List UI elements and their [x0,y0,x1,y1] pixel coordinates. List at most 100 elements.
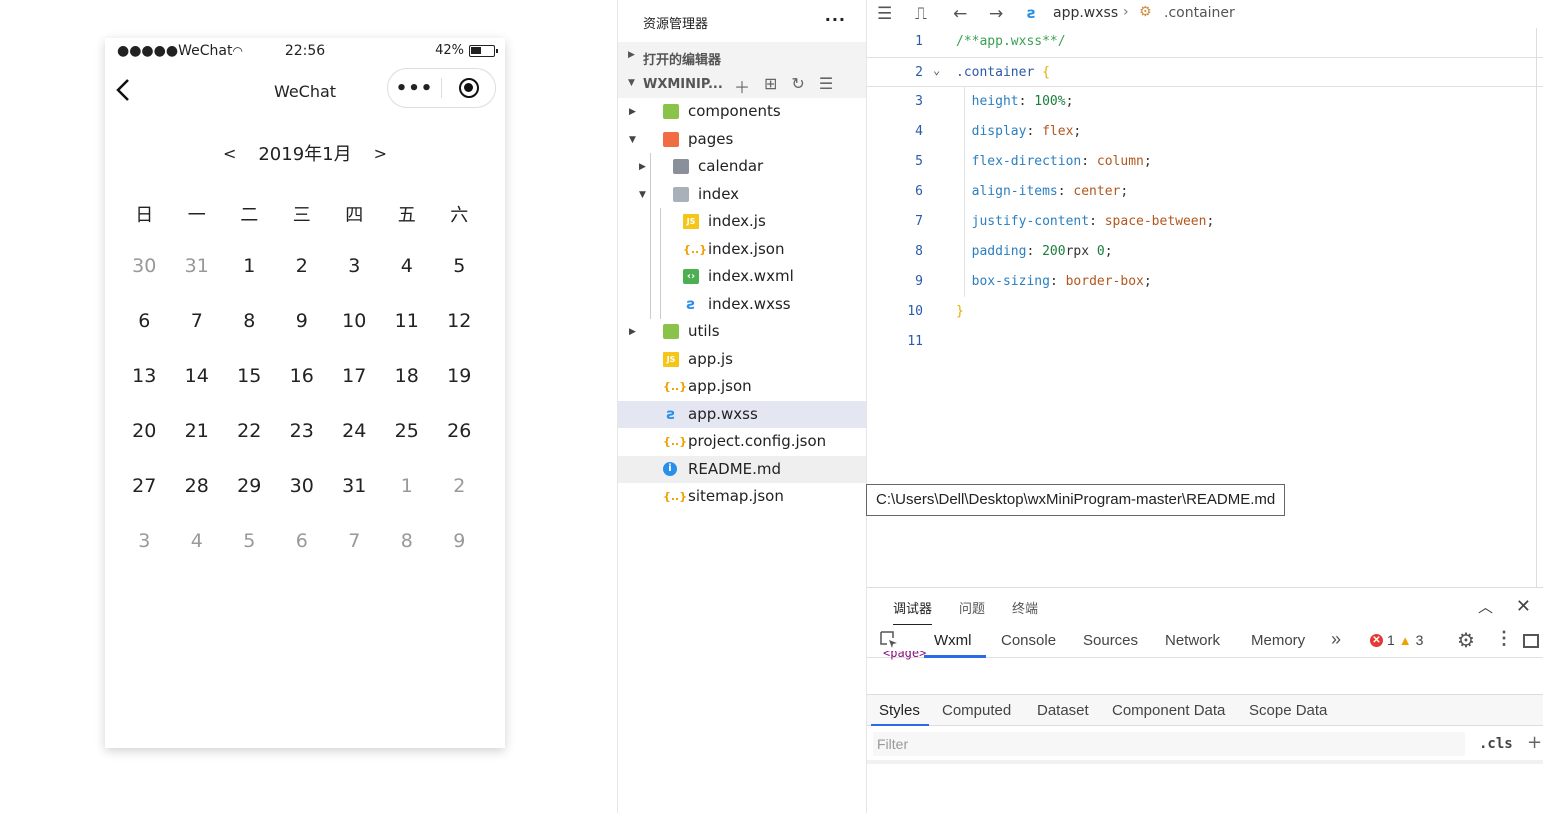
calendar-day[interactable]: 24 [328,420,381,475]
calendar-day[interactable]: 31 [171,255,224,310]
calendar-day[interactable]: 30 [118,255,171,310]
code-line[interactable]: 2 ⌄ .container { [867,57,1543,87]
arrow-right-icon[interactable]: → [989,4,1003,24]
tree-item[interactable]: {..} index.json [618,235,866,264]
calendar-day[interactable]: 7 [171,310,224,365]
caret-down-icon[interactable]: ▼ [639,190,646,200]
calendar-day[interactable]: 23 [276,420,329,475]
tree-item[interactable]: ▶ calendar [618,153,866,181]
calendar-day[interactable]: 12 [433,310,486,365]
calendar-day[interactable]: 15 [223,365,276,420]
tree-item[interactable]: ▶ utils [618,318,866,346]
editor-scrollbar[interactable] [1536,28,1537,587]
issues-badge[interactable]: ✕ 1 ▲ 3 [1370,632,1423,648]
dom-tree-line[interactable]: <page> [883,651,926,661]
tree-item[interactable]: ▼ index [618,180,866,209]
bookmark-icon[interactable]: ⎍ [915,4,927,24]
more-menu-button[interactable]: ••• [388,78,441,99]
tab-dataset[interactable]: Dataset [1037,702,1089,719]
calendar-day[interactable]: 8 [223,310,276,365]
calendar-day[interactable]: 8 [381,530,434,585]
calendar-day[interactable]: 27 [118,475,171,530]
calendar-day[interactable]: 17 [328,365,381,420]
calendar-day[interactable]: 30 [276,475,329,530]
code-line[interactable]: 11 [867,327,1543,357]
tab-debugger[interactable]: 调试器 [893,598,933,625]
tree-item[interactable]: JS app.js [618,346,866,374]
calendar-day[interactable]: 13 [118,365,171,420]
calendar-day[interactable]: 14 [171,365,224,420]
tree-item[interactable]: {..} app.json [618,373,866,401]
kebab-menu-icon[interactable]: ⋮ [1495,628,1513,649]
calendar-day[interactable]: 7 [328,530,381,585]
calendar-day[interactable]: 9 [276,310,329,365]
code-line[interactable]: 9 box-sizing: border-box; [867,267,1543,297]
calendar-day[interactable]: 28 [171,475,224,530]
code-line[interactable]: 4 display: flex; [867,117,1543,147]
code-line[interactable]: 6 align-items: center; [867,177,1543,207]
calendar-day[interactable]: 16 [276,365,329,420]
tree-item[interactable]: ƨ index.wxss [618,290,866,319]
tree-item[interactable]: i README.md [618,455,866,483]
tree-item[interactable]: ▶ components [618,98,866,126]
devtab-memory[interactable]: Memory [1251,632,1305,649]
code-line[interactable]: 10} [867,297,1543,327]
calendar-day[interactable]: 5 [223,530,276,585]
calendar-day[interactable]: 18 [381,365,434,420]
calendar-day[interactable]: 9 [433,530,486,585]
gear-icon[interactable]: ⚙ [1457,628,1475,653]
tab-component-data[interactable]: Component Data [1112,702,1225,719]
calendar-day[interactable]: 2 [433,475,486,530]
new-folder-icon[interactable]: ⊞ [764,74,777,98]
calendar-day[interactable]: 3 [118,530,171,585]
arrow-left-icon[interactable]: ← [953,4,967,24]
tree-item[interactable]: JS index.js [618,208,866,236]
styles-filter-input[interactable] [873,732,1465,756]
calendar-day[interactable]: 31 [328,475,381,530]
add-style-rule-button[interactable]: + [1527,732,1542,753]
calendar-day[interactable]: 3 [328,255,381,310]
tab-problems[interactable]: 问题 [959,598,985,617]
breadcrumb-selector[interactable]: .container [1164,5,1235,21]
tab-styles[interactable]: Styles [879,702,920,719]
tree-item[interactable]: {..} sitemap.json [618,483,866,511]
refresh-icon[interactable]: ↻ [791,74,804,98]
fold-chevron-icon[interactable]: ⌄ [933,63,940,77]
devtab-sources[interactable]: Sources [1083,632,1138,649]
inspect-element-icon[interactable] [879,630,899,650]
tree-item[interactable]: ƨ app.wxss [618,400,866,428]
calendar-day[interactable]: 29 [223,475,276,530]
calendar-day[interactable]: 19 [433,365,486,420]
calendar-day[interactable]: 4 [381,255,434,310]
tab-terminal[interactable]: 终端 [1012,598,1038,617]
calendar-day[interactable]: 22 [223,420,276,475]
tree-item[interactable]: ‹› index.wxml [618,263,866,291]
tab-scope-data[interactable]: Scope Data [1249,702,1327,719]
code-line[interactable]: 5 flex-direction: column; [867,147,1543,177]
breadcrumb-file[interactable]: app.wxss [1053,5,1118,21]
caret-right-icon[interactable]: ▶ [629,327,636,337]
project-section[interactable]: ▼ WXMINIP... ＋ ⊞ ↻ ☰ [618,70,866,98]
calendar-day[interactable]: 21 [171,420,224,475]
dock-side-icon[interactable] [1523,634,1539,648]
code-line[interactable]: 3 height: 100%; [867,87,1543,117]
caret-right-icon[interactable]: ▶ [639,162,646,172]
new-file-icon[interactable]: ＋ [734,74,750,98]
calendar-day[interactable]: 10 [328,310,381,365]
tree-item[interactable]: ▼ pages [618,126,866,154]
chevron-up-icon[interactable]: ︿ [1478,596,1493,617]
devtab-wxml[interactable]: Wxml [934,632,972,649]
close-miniprogram-button[interactable] [442,78,495,98]
code-area[interactable]: 1/**app.wxss**/2 ⌄ .container {3 height: 1… [867,27,1543,357]
explorer-more-button[interactable]: ··· [825,10,846,29]
more-tabs-icon[interactable]: » [1331,629,1341,650]
devtab-network[interactable]: Network [1165,632,1220,649]
calendar-day[interactable]: 11 [381,310,434,365]
calendar-day[interactable]: 6 [118,310,171,365]
open-editors-section[interactable]: ▶ 打开的编辑器 [618,42,866,70]
devtab-console[interactable]: Console [1001,632,1056,649]
calendar-day[interactable]: 25 [381,420,434,475]
caret-right-icon[interactable]: ▶ [629,107,636,117]
calendar-day[interactable]: 20 [118,420,171,475]
calendar-day[interactable]: 6 [276,530,329,585]
